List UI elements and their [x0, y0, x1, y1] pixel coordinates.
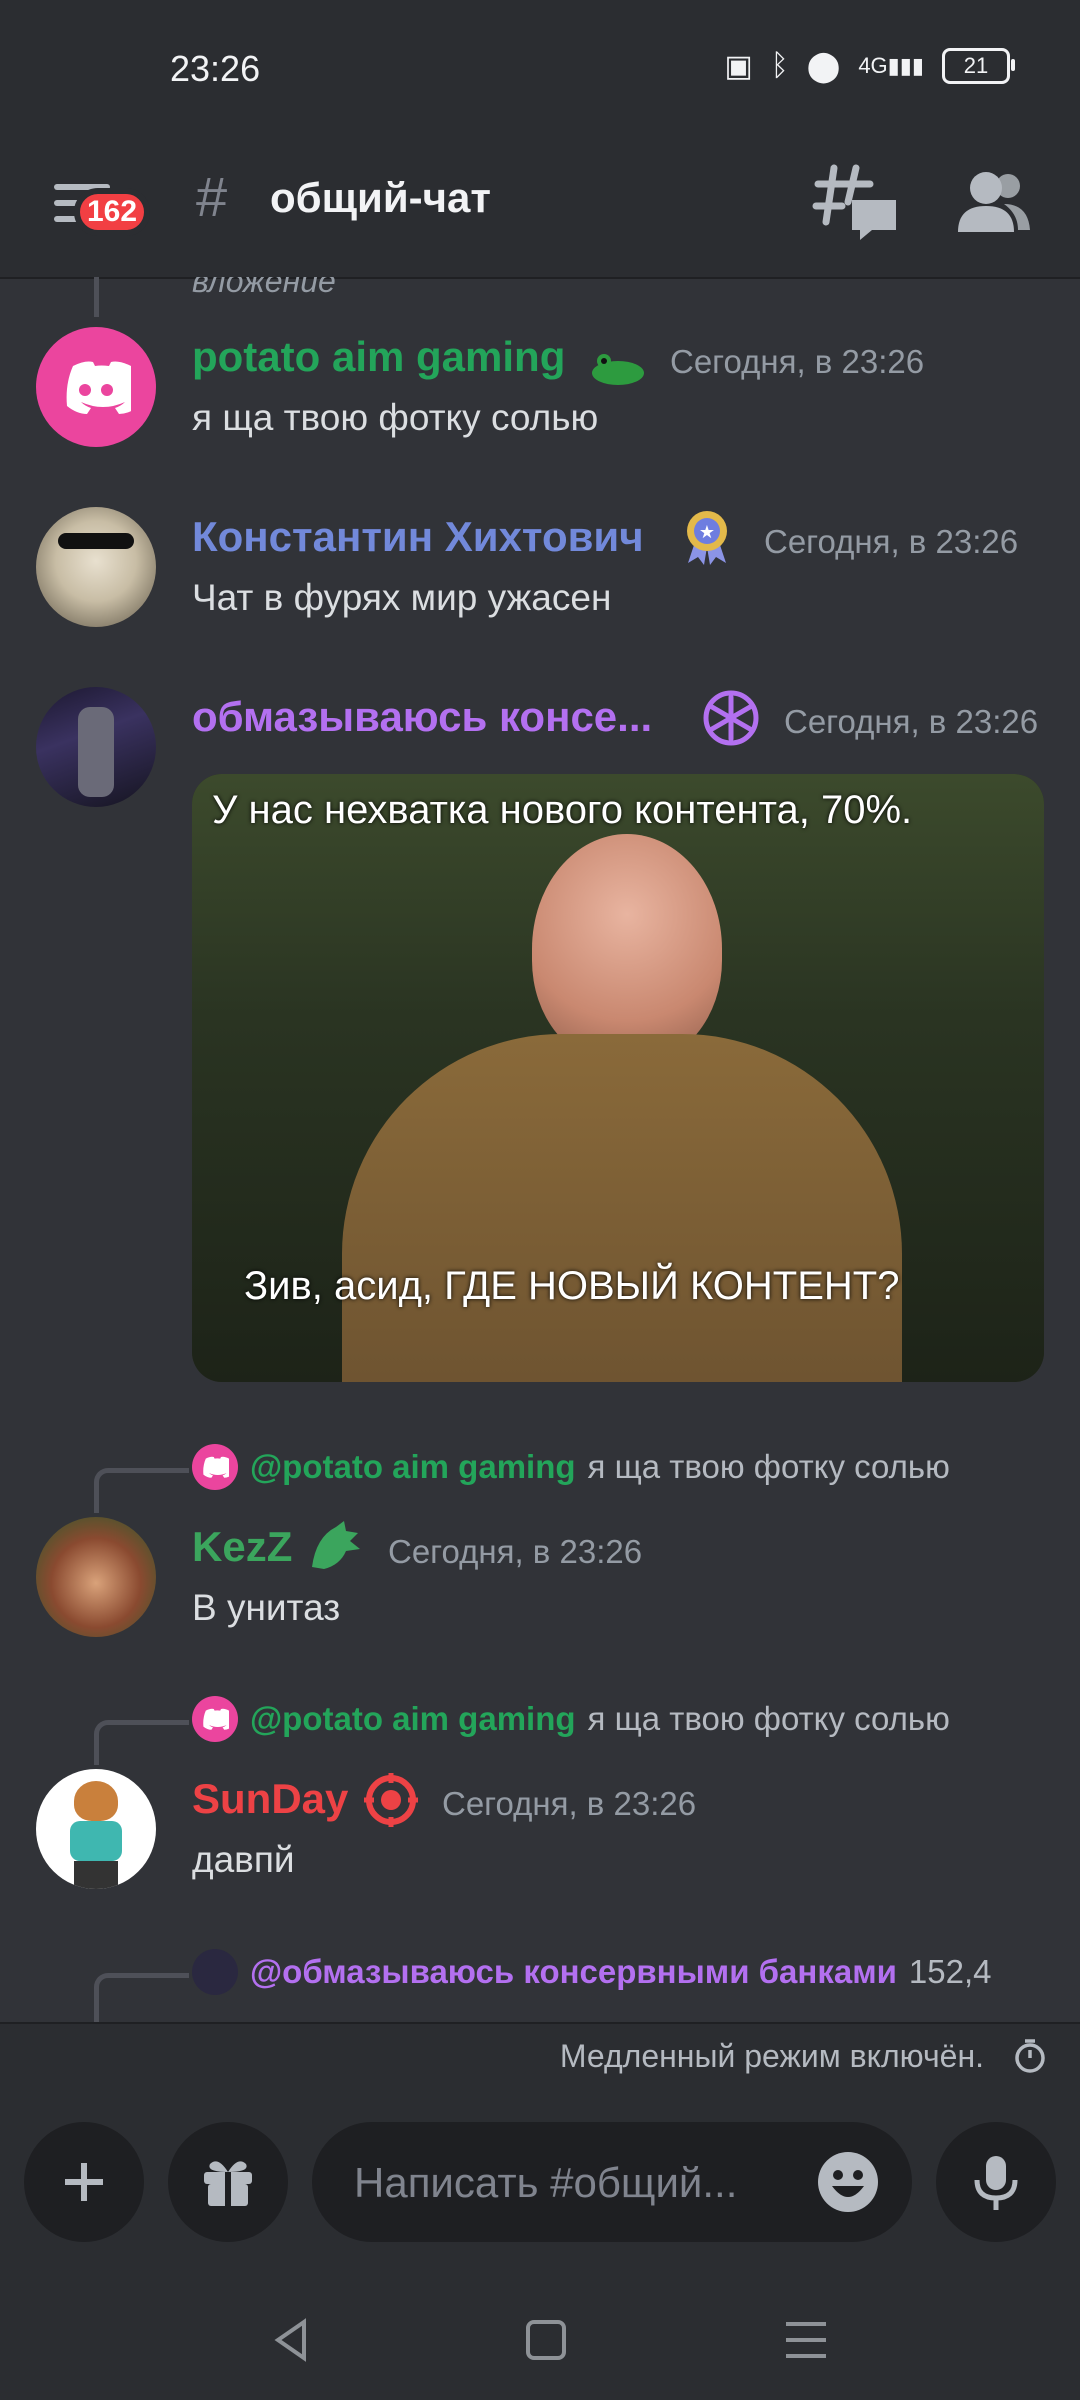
timer-icon	[1015, 2039, 1045, 2073]
avatar[interactable]	[36, 507, 156, 627]
timestamp: Сегодня, в 23:26	[784, 703, 1039, 740]
timestamp: Сегодня, в 23:26	[388, 1533, 643, 1570]
frog-role-icon	[592, 354, 644, 385]
ribbon-badge-icon: ★	[687, 511, 727, 565]
previous-message-fragment: вложение	[192, 277, 336, 299]
reply-preview[interactable]: @обмазываюсь консервными банками 152,4	[192, 1949, 992, 1995]
slow-mode-bar: Медленный режим включён.	[0, 2022, 1080, 2094]
reply-mention: @обмазываюсь консервными банками	[250, 1953, 897, 1990]
timestamp: Сегодня, в 23:26	[442, 1785, 697, 1822]
character-shirt	[70, 1821, 122, 1861]
message-composer	[0, 2092, 1080, 2270]
message-image-attachment[interactable]: У нас нехватка нового контента, 70%. Зив…	[192, 774, 1044, 1382]
bluetooth-icon: ᛒ	[770, 49, 789, 82]
reply-connector	[94, 277, 99, 317]
message-content: Чат в фурях мир ужасен	[192, 577, 612, 618]
reply-connector	[94, 1468, 189, 1513]
reply-text: 152,4	[908, 1953, 992, 1990]
reply-avatar	[192, 1949, 238, 1995]
message-content: я ща твою фотку солью	[192, 397, 599, 438]
home-icon[interactable]	[516, 2310, 576, 2370]
message-input-wrapper	[312, 2122, 912, 2244]
reply-avatar	[192, 1696, 238, 1742]
sunglasses-shape	[58, 533, 134, 549]
discord-logo-icon	[66, 361, 131, 414]
signal-icon: 4G▮▮▮	[858, 53, 924, 78]
gift-icon	[204, 2161, 252, 2206]
reply-preview[interactable]: @potato aim gaming я ща твою фотку солью	[192, 1696, 950, 1742]
channel-hash-icon: #	[196, 165, 228, 228]
status-bar: 23:26 ▣ ᛒ ⬤ 4G▮▮▮ 21	[0, 0, 1080, 140]
person-jacket	[342, 1034, 902, 1382]
reply-text: я ща твою фотку солью	[587, 1700, 950, 1737]
person-head	[532, 834, 722, 1064]
add-attachment-button[interactable]	[24, 2122, 144, 2242]
status-icons: ▣ ᛒ ⬤ 4G▮▮▮ 21	[724, 48, 1015, 84]
avatar[interactable]	[36, 327, 156, 447]
discord-logo-icon	[203, 1708, 229, 1730]
avatar[interactable]	[36, 1769, 156, 1889]
gift-button[interactable]	[168, 2122, 288, 2242]
network-type: 4G	[858, 53, 888, 78]
reply-connector	[94, 1720, 189, 1765]
discord-logo-icon	[203, 1456, 229, 1478]
image-caption-bottom: Зив, асид, ГДЕ НОВЫЙ КОНТЕНТ?	[244, 1264, 900, 1308]
nfc-icon: ▣	[724, 49, 753, 83]
status-time: 23:26	[170, 48, 261, 89]
avatar[interactable]	[36, 1517, 156, 1637]
snowflake-role-icon	[703, 690, 759, 746]
timestamp: Сегодня, в 23:26	[764, 523, 1019, 560]
plus-icon	[65, 2163, 103, 2201]
avatar[interactable]	[36, 687, 156, 807]
unread-badge: 162	[74, 188, 150, 236]
username[interactable]: обмазываюсь консе...	[192, 693, 652, 741]
recents-icon[interactable]	[776, 2310, 836, 2370]
battery-level: 21	[963, 53, 989, 78]
microphone-icon	[974, 2156, 1018, 2210]
message-input[interactable]	[352, 2122, 816, 2244]
voice-message-button[interactable]	[936, 2122, 1056, 2242]
username[interactable]: potato aim gaming	[192, 333, 565, 381]
emoji-icon[interactable]	[814, 2148, 882, 2216]
location-icon: ⬤	[806, 49, 841, 83]
character-legs	[74, 1861, 118, 1889]
figure-shape	[78, 707, 114, 797]
shield-role-icon	[364, 1773, 418, 1827]
slow-mode-text: Медленный режим включён.	[559, 2038, 984, 2074]
battery-icon: 21	[942, 48, 1015, 84]
svg-text:★: ★	[699, 522, 715, 543]
channel-header: 162 # общий-чат	[0, 140, 1080, 279]
threads-icon[interactable]	[812, 162, 902, 242]
message-content: давпй	[192, 1839, 295, 1880]
username[interactable]: KezZ	[192, 1523, 292, 1571]
channel-title[interactable]: общий-чат	[270, 174, 491, 222]
reply-preview[interactable]: @potato aim gaming я ща твою фотку солью	[192, 1444, 950, 1490]
username[interactable]: SunDay	[192, 1775, 348, 1823]
dragon-role-icon	[312, 1521, 360, 1569]
timestamp: Сегодня, в 23:26	[670, 343, 925, 380]
back-icon[interactable]	[262, 2310, 322, 2370]
reply-avatar	[192, 1444, 238, 1490]
message-list[interactable]: вложение potato aim gaming Сегодня, в 23…	[0, 277, 1080, 2022]
members-icon[interactable]	[952, 162, 1032, 242]
message-content: В унитаз	[192, 1587, 341, 1628]
reply-mention: @potato aim gaming	[250, 1700, 576, 1737]
reply-text: я ща твою фотку солью	[587, 1448, 950, 1485]
reply-connector	[94, 1973, 189, 2022]
system-navigation-bar	[0, 2270, 1080, 2400]
image-caption-top: У нас нехватка нового контента, 70%.	[212, 788, 913, 832]
username[interactable]: Константин Хихтович	[192, 513, 644, 561]
character-head	[74, 1781, 118, 1821]
reply-mention: @potato aim gaming	[250, 1448, 576, 1485]
